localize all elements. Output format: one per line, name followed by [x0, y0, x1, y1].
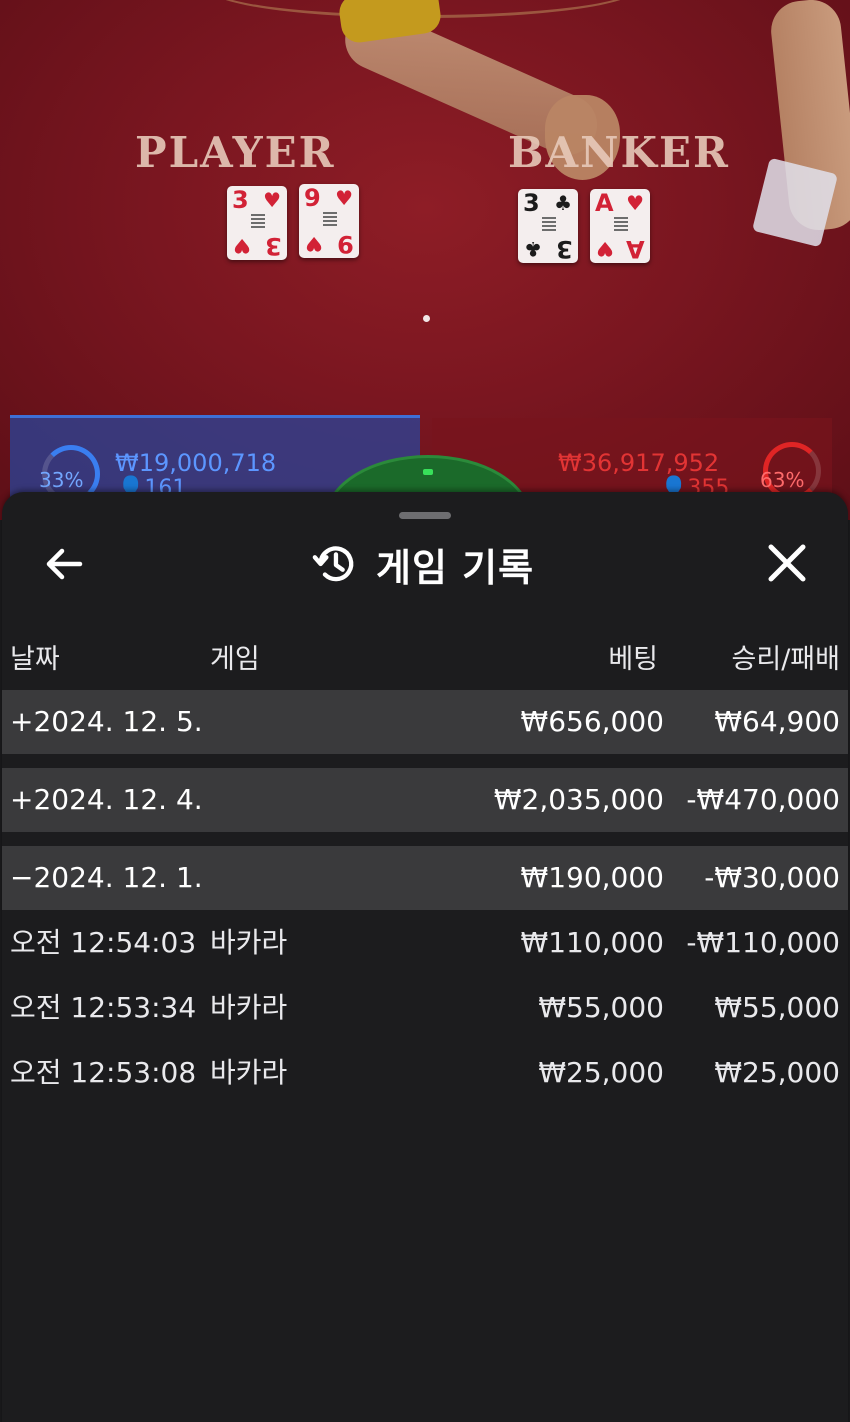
- banker-card-1: 3 ♣ ♣ 3: [518, 189, 578, 263]
- group-result-total: -₩30,000: [704, 861, 840, 894]
- game-time: 오전 12:53:34: [10, 991, 197, 1024]
- column-header-game: 게임: [210, 644, 260, 675]
- group-bet-total: ₩2,035,000: [493, 783, 664, 816]
- player-card-1: 3 ♥ ♥ 3: [227, 186, 287, 260]
- game-history-row[interactable]: 오전 12:53:34 바카라 ₩55,000 ₩55,000: [2, 975, 848, 1040]
- player-percent: 33%: [39, 468, 84, 492]
- arrow-left-icon: [46, 548, 83, 580]
- group-result-total: ₩64,900: [714, 705, 840, 738]
- game-result: -₩110,000: [686, 926, 840, 959]
- card-suit: ♣: [554, 191, 572, 215]
- group-date: −2024. 12. 1.: [10, 861, 203, 894]
- banker-label: BANKER: [508, 128, 730, 177]
- group-date: +2024. 12. 5.: [10, 705, 203, 738]
- card-suit: ♥: [335, 186, 353, 210]
- tie-indicator: [423, 469, 433, 475]
- live-table-video: PLAYER BANKER 3 ♥ ♥ 3 9 ♥ ♥ 9 3 ♣ ♣ 3 A …: [0, 0, 850, 520]
- sheet-title-group: 게임 기록: [312, 534, 534, 594]
- card-rank: 3: [523, 189, 540, 217]
- player-total-bet: ₩19,000,718: [115, 449, 277, 477]
- card-suit: ♥: [233, 234, 251, 258]
- card-rank: 3: [556, 235, 573, 263]
- card-suit: ♥: [596, 237, 614, 261]
- game-history-sheet: 게임 기록 날짜 게임 베팅 승리/패배 +2024. 12. 5. ₩656,…: [2, 492, 848, 1422]
- history-clock-icon: [312, 546, 354, 582]
- column-header-result: 승리/패배: [731, 644, 840, 675]
- banker-percent: 63%: [760, 468, 805, 492]
- card-rank: 3: [232, 186, 249, 214]
- back-button[interactable]: [40, 540, 88, 588]
- table-marker-dot: [423, 315, 430, 322]
- banker-card-2: A ♥ ♥ A: [590, 189, 650, 263]
- game-name: 바카라: [210, 1056, 288, 1089]
- card-suit: ♥: [305, 232, 323, 256]
- game-history-row[interactable]: 오전 12:54:03 바카라 ₩110,000 -₩110,000: [2, 910, 848, 975]
- player-label: PLAYER: [135, 128, 336, 177]
- card-suit: ♣: [524, 237, 542, 261]
- game-time: 오전 12:54:03: [10, 926, 197, 959]
- group-date: +2024. 12. 4.: [10, 783, 203, 816]
- player-card-2: 9 ♥ ♥ 9: [299, 184, 359, 258]
- column-header-date: 날짜: [10, 644, 60, 675]
- group-bet-total: ₩190,000: [520, 861, 664, 894]
- sheet-drag-handle[interactable]: [399, 512, 451, 519]
- date-group-row[interactable]: +2024. 12. 5. ₩656,000 ₩64,900: [2, 690, 848, 754]
- card-rank: 3: [265, 232, 282, 260]
- card-rank: 9: [304, 184, 321, 212]
- column-header-bet: 베팅: [608, 644, 658, 675]
- close-icon: [768, 544, 806, 582]
- card-rank: A: [595, 189, 614, 217]
- game-time: 오전 12:53:08: [10, 1056, 197, 1089]
- sheet-header: 게임 기록: [2, 522, 848, 604]
- game-name: 바카라: [210, 926, 288, 959]
- game-name: 바카라: [210, 991, 288, 1024]
- game-result: ₩55,000: [714, 991, 840, 1024]
- game-result: ₩25,000: [714, 1056, 840, 1089]
- group-bet-total: ₩656,000: [520, 705, 664, 738]
- card-suit: ♥: [263, 188, 281, 212]
- banker-total-bet: ₩36,917,952: [558, 449, 720, 477]
- close-button[interactable]: [762, 540, 812, 588]
- game-bet: ₩25,000: [538, 1056, 664, 1089]
- game-bet: ₩110,000: [520, 926, 664, 959]
- card-suit: ♥: [626, 191, 644, 215]
- card-rank: 9: [337, 230, 354, 258]
- group-result-total: -₩470,000: [686, 783, 840, 816]
- game-bet: ₩55,000: [538, 991, 664, 1024]
- history-list: +2024. 12. 5. ₩656,000 ₩64,900 +2024. 12…: [2, 690, 848, 1105]
- date-group-row[interactable]: +2024. 12. 4. ₩2,035,000 -₩470,000: [2, 768, 848, 832]
- sheet-title: 게임 기록: [376, 545, 535, 590]
- card-rank: A: [626, 235, 645, 263]
- card-shoe: [751, 157, 839, 248]
- date-group-row[interactable]: −2024. 12. 1. ₩190,000 -₩30,000: [2, 846, 848, 910]
- app-screen: PLAYER BANKER 3 ♥ ♥ 3 9 ♥ ♥ 9 3 ♣ ♣ 3 A …: [0, 0, 850, 1422]
- game-history-row[interactable]: 오전 12:53:08 바카라 ₩25,000 ₩25,000: [2, 1040, 848, 1105]
